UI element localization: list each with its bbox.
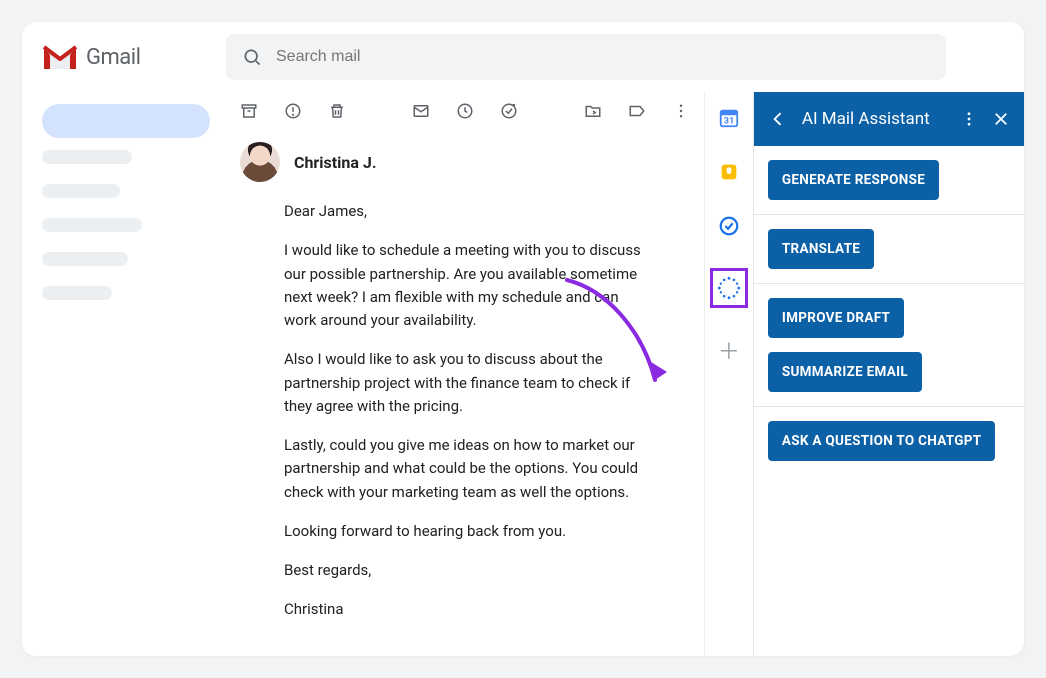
mail-toolbar xyxy=(234,92,696,134)
brand-name: Gmail xyxy=(86,45,140,70)
snooze-icon[interactable] xyxy=(456,102,474,120)
klart-addon-highlighted[interactable] xyxy=(710,268,748,308)
gmail-icon xyxy=(42,43,78,71)
email-greeting: Dear James, xyxy=(284,200,644,223)
labels-icon[interactable] xyxy=(628,102,646,120)
add-task-icon[interactable] xyxy=(500,102,518,120)
search-input[interactable] xyxy=(276,48,930,66)
generate-response-button[interactable]: GENERATE RESPONSE xyxy=(768,160,939,200)
close-icon[interactable] xyxy=(992,110,1010,128)
tasks-icon[interactable] xyxy=(717,214,741,238)
mail-area: Christina J. Dear James, I would like to… xyxy=(220,92,704,656)
report-spam-icon[interactable] xyxy=(284,102,302,120)
divider xyxy=(754,214,1024,215)
sidebar xyxy=(22,92,220,656)
topbar: Gmail xyxy=(22,22,1024,92)
content-area: Christina J. Dear James, I would like to… xyxy=(22,92,1024,656)
email-paragraph: I would like to schedule a meeting with … xyxy=(284,239,644,332)
sender-name: Christina J. xyxy=(294,153,376,172)
keep-icon[interactable] xyxy=(717,160,741,184)
ask-chatgpt-button[interactable]: ASK A QUESTION TO CHATGPT xyxy=(768,421,996,461)
email-paragraph: Also I would like to ask you to discuss … xyxy=(284,348,644,418)
more-vert-icon[interactable] xyxy=(960,110,978,128)
divider xyxy=(754,406,1024,407)
email-paragraph: Looking forward to hearing back from you… xyxy=(284,520,644,543)
summarize-email-button[interactable]: SUMMARIZE EMAIL xyxy=(768,352,922,392)
search-icon xyxy=(242,47,262,67)
translate-button[interactable]: TRANSLATE xyxy=(768,229,874,269)
sidebar-item-placeholder xyxy=(42,252,128,266)
more-vert-icon[interactable] xyxy=(672,102,690,120)
email-paragraph: Lastly, could you give me ideas on how t… xyxy=(284,434,644,504)
sidebar-item-inbox[interactable] xyxy=(42,104,210,138)
svg-text:31: 31 xyxy=(724,117,735,127)
email-signoff: Best regards, xyxy=(284,559,644,582)
calendar-icon[interactable]: 31 xyxy=(717,106,741,130)
gmail-logo[interactable]: Gmail xyxy=(42,43,202,71)
sidebar-item-placeholder xyxy=(42,218,142,232)
assistant-actions: GENERATE RESPONSE TRANSLATE IMPROVE DRAF… xyxy=(754,146,1024,475)
divider xyxy=(754,283,1024,284)
gmail-window: Gmail xyxy=(22,22,1024,656)
email-body: Dear James, I would like to schedule a m… xyxy=(234,200,664,622)
move-to-icon[interactable] xyxy=(584,102,602,120)
archive-icon[interactable] xyxy=(240,102,258,120)
sidebar-item-placeholder xyxy=(42,150,132,164)
sidebar-item-placeholder xyxy=(42,184,120,198)
right-icon-rail: 31 ＋ xyxy=(704,92,753,656)
sender-row: Christina J. xyxy=(234,134,696,200)
search-bar[interactable] xyxy=(226,34,946,80)
sidebar-item-placeholder xyxy=(42,286,112,300)
sender-avatar xyxy=(240,142,280,182)
assistant-header: AI Mail Assistant xyxy=(754,92,1024,146)
mark-unread-icon[interactable] xyxy=(412,102,430,120)
email-signature: Christina xyxy=(284,598,644,621)
add-addon-icon[interactable]: ＋ xyxy=(717,338,741,362)
search-wrap xyxy=(226,34,946,80)
assistant-panel: AI Mail Assistant GENERATE RESPONSE TRAN… xyxy=(753,92,1024,656)
improve-draft-button[interactable]: IMPROVE DRAFT xyxy=(768,298,904,338)
back-icon[interactable] xyxy=(768,109,788,129)
assistant-title: AI Mail Assistant xyxy=(802,109,946,129)
delete-icon[interactable] xyxy=(328,102,346,120)
